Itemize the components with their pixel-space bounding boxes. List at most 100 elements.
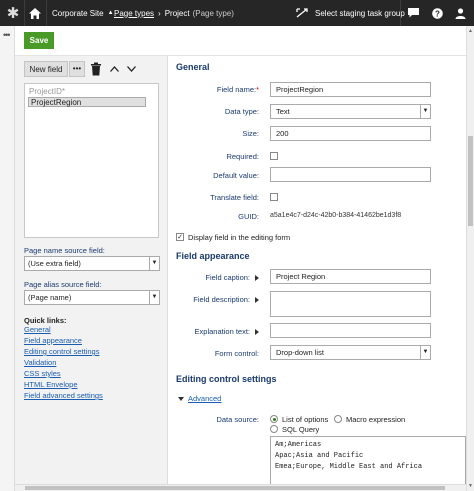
list-of-options-textarea[interactable]: Am;Americas Apac;Asia and Pacific Emea;E… <box>270 436 466 486</box>
field-list-item-selected[interactable]: ProjectRegion <box>28 97 146 107</box>
section-heading-editing-control: Editing control settings <box>176 374 277 384</box>
page-alias-source-select[interactable]: (Page name) ▼ <box>24 290 160 305</box>
chat-icon[interactable] <box>404 0 422 26</box>
move-down-icon[interactable] <box>127 64 136 74</box>
data-type-value: Text <box>276 107 290 116</box>
caret-down-icon: ▼ <box>420 105 430 118</box>
required-label: Required: <box>226 152 259 161</box>
more-menu-icon[interactable]: ••• <box>3 30 11 40</box>
radio-macro-expression-label: Macro expression <box>346 415 406 424</box>
section-heading-field-appearance: Field appearance <box>176 251 250 261</box>
data-source-label: Data source: <box>216 415 259 424</box>
option-line: Apac;Asia and Pacific <box>275 452 364 460</box>
site-name: Corporate Site <box>52 8 104 18</box>
caret-down-icon: ▼ <box>420 346 430 359</box>
data-type-label: Data type: <box>224 107 259 116</box>
divider <box>400 0 401 26</box>
divider <box>46 0 47 26</box>
quick-link-field-advanced-settings[interactable]: Field advanced settings <box>24 391 103 400</box>
radio-macro-expression[interactable] <box>334 415 342 423</box>
explanation-text-label: Explanation text: <box>195 327 259 336</box>
breadcrumb-current: Project <box>164 8 190 18</box>
chevron-right-icon: › <box>158 8 161 18</box>
field-list[interactable]: ProjectID* ProjectRegion <box>24 83 159 238</box>
guid-label: GUID: <box>238 212 259 221</box>
option-line: Emea;Europe, Middle East and Africa <box>275 463 423 471</box>
caret-down-icon: ▼ <box>149 257 159 270</box>
data-type-select[interactable]: Text ▼ <box>270 104 431 119</box>
more-actions-button[interactable]: ••• <box>69 61 85 77</box>
page-name-source-value: (Use extra field) <box>28 259 81 268</box>
field-name-input[interactable]: ProjectRegion <box>270 82 431 97</box>
caret-down-icon: ▼ <box>149 291 159 304</box>
quick-links-title: Quick links: <box>24 316 67 325</box>
side-gutter: ••• <box>0 26 15 491</box>
field-list-panel: New field ••• ProjectID* ProjectRegion P… <box>15 56 168 486</box>
field-name-label: Field name:* <box>216 85 259 94</box>
guid-value: a5a1e4c7-d24c-42b0-b384-41462be1d3f8 <box>270 212 402 219</box>
trash-icon[interactable] <box>90 62 102 76</box>
field-description-label: Field description: <box>193 295 259 304</box>
staging-label: Select staging task group <box>315 8 405 18</box>
required-checkbox[interactable] <box>270 152 278 160</box>
form-control-label: Form control: <box>214 349 259 358</box>
size-label: Size: <box>242 129 259 138</box>
explanation-text-input[interactable] <box>270 323 431 338</box>
quick-link-editing-control-settings[interactable]: Editing control settings <box>24 347 99 356</box>
quick-link-validation[interactable]: Validation <box>24 358 56 367</box>
move-up-icon[interactable] <box>110 64 119 74</box>
staging-task-group-selector[interactable]: Select staging task group <box>296 0 405 26</box>
field-list-item[interactable]: ProjectID* <box>29 87 65 96</box>
horizontal-scrollbar[interactable] <box>15 484 466 491</box>
section-heading-general: General <box>176 62 210 72</box>
quick-link-css-styles[interactable]: CSS styles <box>24 369 61 378</box>
caret-down-icon: ▲ <box>107 10 114 16</box>
form-control-value: Drop-down list <box>276 348 324 357</box>
radio-list-of-options[interactable] <box>270 415 278 423</box>
field-caption-input[interactable]: Project Region <box>270 269 431 284</box>
translate-field-label: Translate field: <box>210 193 259 202</box>
user-icon[interactable] <box>451 0 469 26</box>
breadcrumb: Page types › Project (Page type) <box>114 0 234 26</box>
scrollbar-thumb[interactable] <box>468 136 473 226</box>
translate-field-checkbox[interactable] <box>270 193 278 201</box>
radio-sql-query[interactable] <box>270 425 278 433</box>
quick-link-general[interactable]: General <box>24 325 51 334</box>
field-description-input[interactable] <box>270 291 431 317</box>
breadcrumb-type: (Page type) <box>192 8 234 18</box>
form-control-select[interactable]: Drop-down list ▼ <box>270 345 431 360</box>
site-selector[interactable]: Corporate Site ▲ <box>52 0 114 26</box>
page-alias-source-label: Page alias source field: <box>24 280 102 289</box>
radio-list-of-options-label: List of options <box>282 415 329 424</box>
default-value-input[interactable] <box>270 167 431 182</box>
scroll-down-icon[interactable]: ▼ <box>468 483 473 489</box>
app-logo-icon[interactable]: ✱ <box>4 0 22 26</box>
display-in-form-checkbox[interactable]: ✓ <box>176 233 184 241</box>
advanced-toggle-link[interactable]: Advanced <box>178 394 221 403</box>
page-name-source-select[interactable]: (Use extra field) ▼ <box>24 256 160 271</box>
breadcrumb-page-types-link[interactable]: Page types <box>114 9 154 18</box>
scroll-up-icon[interactable]: ▲ <box>468 28 473 34</box>
new-field-button[interactable]: New field <box>24 61 68 77</box>
size-input[interactable]: 200 <box>270 126 431 141</box>
page-alias-source-value: (Page name) <box>28 293 72 302</box>
staging-icon <box>296 8 308 18</box>
scrollbar-thumb[interactable] <box>25 486 445 490</box>
vertical-scrollbar[interactable]: ▲ ▼ <box>466 26 474 491</box>
svg-text:?: ? <box>435 9 440 18</box>
help-icon[interactable]: ? <box>428 0 446 26</box>
home-icon[interactable] <box>28 0 42 26</box>
page-name-source-label: Page name source field: <box>24 246 105 255</box>
quick-link-field-appearance[interactable]: Field appearance <box>24 336 82 345</box>
option-line: Am;Americas <box>275 441 322 449</box>
radio-sql-query-label: SQL Query <box>282 425 320 434</box>
field-caption-label: Field caption: <box>205 273 259 282</box>
action-bar: Save <box>15 26 466 56</box>
divider <box>24 0 25 26</box>
field-properties-form: General Field name:* ProjectRegion Data … <box>169 56 466 486</box>
save-button[interactable]: Save <box>24 32 54 49</box>
quick-link-html-envelope[interactable]: HTML Envelope <box>24 380 78 389</box>
top-bar: ✱ Corporate Site ▲ Page types › Project … <box>0 0 474 26</box>
default-value-label: Default value: <box>213 171 259 180</box>
display-in-form-label: Display field in the editing form <box>188 233 291 242</box>
